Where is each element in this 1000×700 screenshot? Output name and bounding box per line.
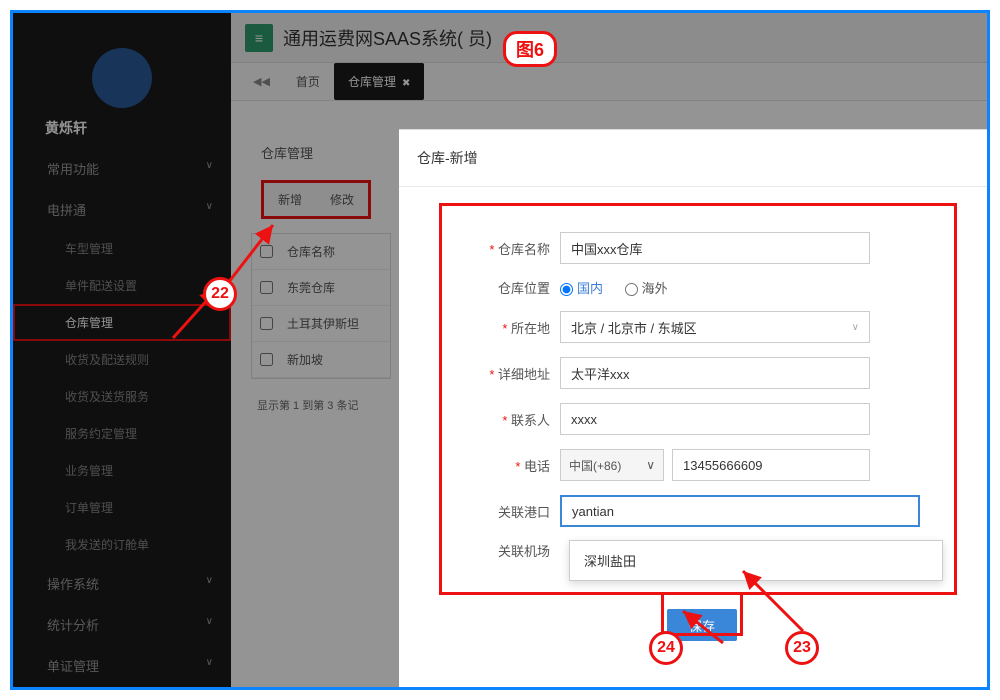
label-airport: 关联机场: [464, 541, 550, 560]
input-wh-name[interactable]: [560, 232, 870, 264]
annotation-arrow: [673, 603, 753, 653]
modal-title: 仓库-新增: [399, 130, 987, 187]
label-region: 所在地: [464, 318, 550, 337]
label-wh-name: 仓库名称: [464, 239, 550, 258]
select-value: 北京 / 北京市 / 东城区: [571, 318, 697, 337]
radio-label: 海外: [642, 281, 668, 296]
input-address[interactable]: [560, 357, 870, 389]
annotation-callout-22: 22: [203, 277, 237, 311]
input-contact[interactable]: [560, 403, 870, 435]
radio-domestic[interactable]: 国内: [560, 281, 603, 296]
annotation-figure-badge: 图6: [503, 31, 557, 67]
radio-location: 国内 海外: [560, 278, 686, 297]
label-port: 关联港口: [464, 502, 550, 521]
select-phone-country[interactable]: 中国(+86) ∨: [560, 449, 664, 481]
chevron-down-icon: ∨: [646, 458, 655, 472]
radio-label: 国内: [577, 281, 603, 296]
modal-form: 仓库名称 仓库位置 国内 海外 所在地 北京 / 北京市 / 东城区 ∨ 详细地址…: [439, 203, 957, 595]
label-address: 详细地址: [464, 364, 550, 383]
radio-overseas[interactable]: 海外: [625, 281, 668, 296]
label-phone: 电话: [464, 456, 550, 475]
select-region[interactable]: 北京 / 北京市 / 东城区 ∨: [560, 311, 870, 343]
chevron-down-icon: ∨: [852, 322, 859, 333]
autocomplete-item[interactable]: 深圳盐田: [584, 554, 636, 569]
input-port[interactable]: [560, 495, 920, 527]
annotation-callout-23: 23: [785, 631, 819, 665]
select-value: 中国(+86): [569, 457, 621, 474]
input-phone[interactable]: [672, 449, 870, 481]
label-location: 仓库位置: [464, 278, 550, 297]
label-contact: 联系人: [464, 410, 550, 429]
annotation-callout-24: 24: [649, 631, 683, 665]
